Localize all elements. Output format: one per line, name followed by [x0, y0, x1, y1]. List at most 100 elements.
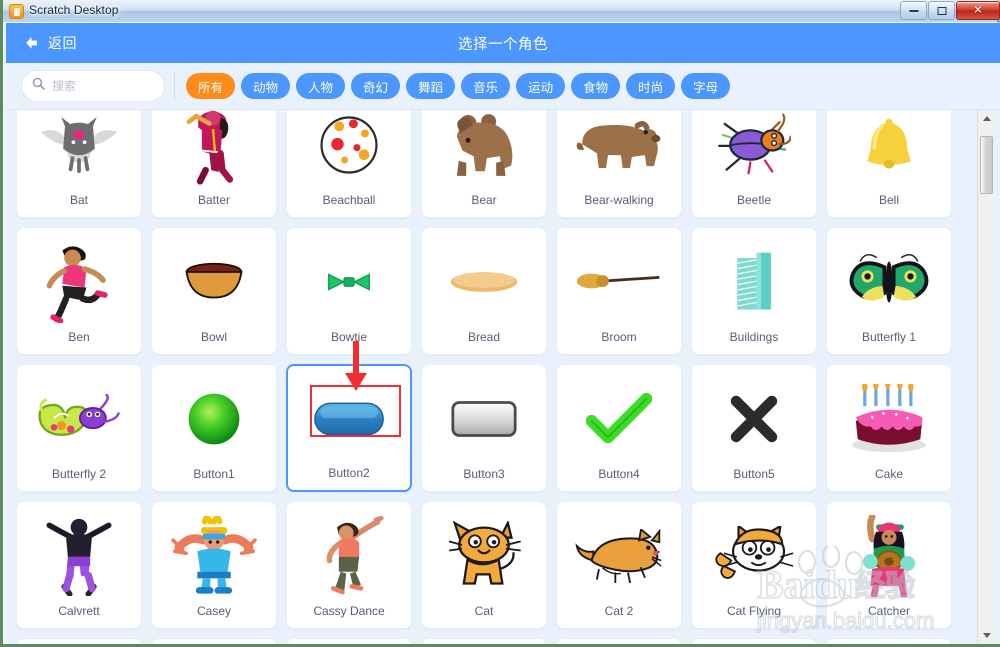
search-input[interactable] [52, 79, 154, 93]
button5-icon [692, 365, 816, 467]
sprite-card[interactable]: Bowtie [286, 227, 412, 355]
minimize-button[interactable] [900, 1, 927, 20]
sprite-label: Cat [474, 604, 494, 618]
sprite-card[interactable]: Broom [556, 227, 682, 355]
category-button-fantasy[interactable]: 奇幻 [351, 73, 401, 99]
butterfly2-icon [17, 365, 141, 467]
category-button-letters[interactable]: 字母 [681, 73, 731, 99]
sprite-card[interactable]: Cat Flying [691, 501, 817, 629]
sprite-label: Bell [878, 193, 899, 207]
sprite-card[interactable]: Button3 [421, 364, 547, 492]
bear-icon [422, 110, 546, 193]
category-button-music[interactable]: 音乐 [461, 73, 511, 99]
bread-icon [422, 228, 546, 330]
cat-icon [422, 502, 546, 604]
sprite-label: Bat [69, 193, 88, 207]
sprite-label: Bowl [200, 330, 227, 344]
titlebar-glass-overlay [3, 0, 1000, 22]
search-icon [32, 77, 45, 95]
category-label: 动物 [253, 80, 279, 95]
close-button[interactable]: ✕ [956, 1, 1000, 20]
sprite-label: Cat 2 [604, 604, 634, 618]
cassy-dance-icon [287, 502, 411, 604]
sprite-label: Button1 [193, 467, 235, 481]
bowtie-icon [287, 228, 411, 330]
sprite-card[interactable] [16, 638, 142, 644]
sprite-card[interactable]: Batter [151, 110, 277, 218]
button2-icon [288, 366, 410, 466]
category-button-food[interactable]: 食物 [571, 73, 621, 99]
sprite-label: Ben [68, 330, 90, 344]
sprite-card[interactable]: Button1 [151, 364, 277, 492]
blank-icon [287, 639, 411, 644]
sprite-label: Cat Flying [726, 604, 782, 618]
sprite-card[interactable]: Bat [16, 110, 142, 218]
app-header: 返回 选择一个角色 [6, 23, 1000, 63]
sprite-card[interactable]: Bread [421, 227, 547, 355]
sprite-card[interactable]: Button4 [556, 364, 682, 492]
category-button-fashion[interactable]: 时尚 [626, 73, 676, 99]
sprite-card[interactable]: Cat 2 [556, 501, 682, 629]
blank-icon [827, 639, 951, 644]
scroll-down-button[interactable] [978, 627, 995, 644]
search-box[interactable] [22, 71, 164, 101]
sprite-card[interactable]: Ben [16, 227, 142, 355]
sprite-card[interactable] [286, 638, 412, 644]
sprite-card[interactable]: Button5 [691, 364, 817, 492]
minimize-icon [909, 9, 918, 12]
category-button-dance[interactable]: 舞蹈 [406, 73, 456, 99]
sprite-card[interactable]: Butterfly 2 [16, 364, 142, 492]
category-button-all[interactable]: 所有 [186, 73, 236, 99]
vertical-scrollbar[interactable] [977, 110, 995, 644]
sprite-card[interactable] [826, 638, 952, 644]
sprite-card[interactable]: Beetle [691, 110, 817, 218]
sprite-card[interactable] [151, 638, 277, 644]
sprite-card[interactable]: Catcher [826, 501, 952, 629]
sprite-label: Cassy Dance [313, 604, 385, 618]
maximize-button[interactable] [928, 1, 955, 20]
sprite-label: Casey [196, 604, 231, 618]
scratch-app-icon [9, 4, 24, 19]
category-button-people[interactable]: 人物 [296, 73, 346, 99]
sprite-card[interactable]: Beachball [286, 110, 412, 218]
sprite-card[interactable] [691, 638, 817, 644]
category-button-sports[interactable]: 运动 [516, 73, 566, 99]
category-label: 字母 [693, 80, 719, 95]
bear-walking-icon [557, 110, 681, 193]
sprite-grid-area[interactable]: Bat Batter Beachball Bear Bear-walking B… [6, 110, 1000, 644]
sprite-card[interactable]: Cake [826, 364, 952, 492]
sprite-label: Broom [601, 330, 637, 344]
back-button[interactable]: 返回 [22, 33, 77, 53]
sprite-card[interactable]: Bell [826, 110, 952, 218]
sprite-card[interactable]: Cassy Dance [286, 501, 412, 629]
beetle-icon [692, 110, 816, 193]
button1-icon [152, 365, 276, 467]
blank-icon [17, 639, 141, 644]
buildings-icon [692, 228, 816, 330]
sprite-card[interactable]: Cat [421, 501, 547, 629]
sprite-card[interactable]: Casey [151, 501, 277, 629]
sprite-card[interactable]: Calvrett [16, 501, 142, 629]
scroll-up-button[interactable] [978, 110, 995, 127]
sprite-label: Button2 [328, 466, 370, 480]
sprite-card[interactable]: Butterfly 1 [826, 227, 952, 355]
category-label: 人物 [308, 80, 334, 95]
blank-icon [692, 639, 816, 644]
window-titlebar: Scratch Desktop ✕ [3, 0, 1000, 23]
sprite-card[interactable] [556, 638, 682, 644]
sprite-card[interactable]: Button2 [286, 364, 412, 492]
sprite-card[interactable]: Bowl [151, 227, 277, 355]
blank-icon [152, 639, 276, 644]
scrollbar-thumb[interactable] [980, 136, 993, 194]
sprite-card[interactable]: Bear [421, 110, 547, 218]
sprite-label: Button5 [733, 467, 775, 481]
sprite-card[interactable]: Bear-walking [556, 110, 682, 218]
scroll-down-arrow-icon [982, 633, 991, 638]
sprite-card[interactable]: Buildings [691, 227, 817, 355]
sprite-label: Calvrett [58, 604, 100, 618]
category-button-animals[interactable]: 动物 [241, 73, 291, 99]
sprite-card[interactable] [421, 638, 547, 644]
butterfly1-icon [827, 228, 951, 330]
button4-icon [557, 365, 681, 467]
filter-divider [174, 71, 175, 101]
